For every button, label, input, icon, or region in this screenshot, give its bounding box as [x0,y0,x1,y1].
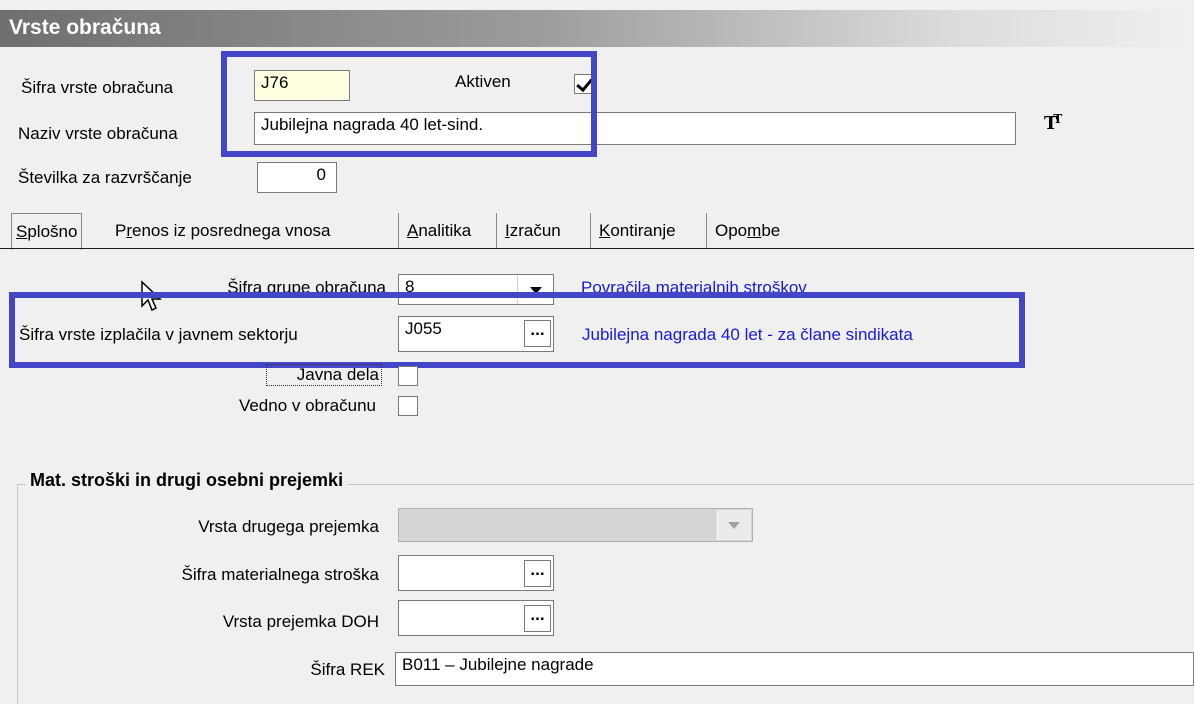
tab-kontiranje[interactable]: Kontiranje [590,213,676,249]
other-income-label: Vrsta drugega prejemka [198,517,379,536]
tab-opombe[interactable]: Opombe [706,213,780,249]
material-cost-label: Šifra materialnega stroška [181,565,379,584]
other-income-combobox[interactable] [398,508,753,542]
always-checkbox[interactable] [398,396,418,416]
sort-input[interactable]: 0 [257,162,337,193]
name-label: Naziv vrste obračuna [18,124,178,143]
doh-label: Vrsta prejemka DOH [222,612,379,631]
rek-input[interactable]: B011 – Jubilejne nagrade [395,652,1194,686]
tab-izracun[interactable]: Izračun [496,213,561,249]
tab-splosno[interactable]: Splošno [11,213,83,250]
window-title: Vrste obračuna [9,16,161,39]
tab-analitika[interactable]: Analitika [398,213,471,249]
public-works-label: Javna dela [266,364,382,386]
highlight-box-header [221,51,597,157]
mat-costs-title: Mat. stroški in drugi osebni prejemki [26,470,348,491]
rek-label: Šifra REK [310,660,385,679]
tab-prenos[interactable]: Prenos iz posrednega vnosa [115,213,331,249]
always-label: Vedno v obračunu [238,396,376,415]
window-title-bar: Vrste obračuna [0,10,1194,47]
highlight-box-public-sector [9,292,1025,368]
chevron-down-icon[interactable] [715,510,751,540]
doh-browse-button[interactable]: ... [524,605,551,632]
tab-divider [0,248,1194,249]
material-cost-browse-button[interactable]: ... [524,560,551,587]
text-format-icon[interactable]: TT [1044,112,1066,134]
public-works-checkbox[interactable] [398,366,418,386]
code-label: Šifra vrste obračuna [21,78,174,97]
sort-label: Številka za razvrščanje [18,168,192,187]
